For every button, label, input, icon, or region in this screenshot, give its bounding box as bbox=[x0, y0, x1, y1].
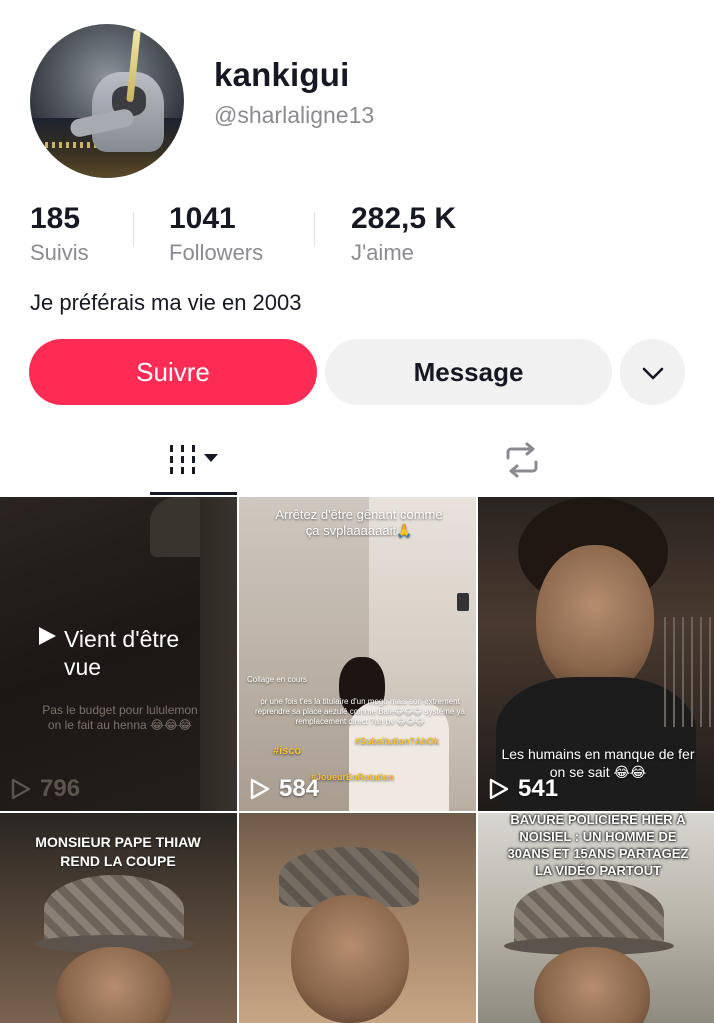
view-count-value: 541 bbox=[518, 775, 559, 802]
thumbnail-face bbox=[56, 947, 172, 1023]
tab-reposts[interactable] bbox=[478, 430, 565, 494]
profile-handle: @sharlaligne13 bbox=[214, 102, 375, 128]
video-thumbnail[interactable]: Les humains en manque de fer on se sait … bbox=[478, 497, 714, 811]
repost-icon bbox=[502, 442, 542, 483]
view-count-value: 584 bbox=[279, 775, 320, 802]
play-icon bbox=[11, 778, 31, 800]
thumbnail-face bbox=[534, 947, 650, 1023]
video-thumbnail[interactable]: MONSIEUR PAPE THIAW REND LA COUPE bbox=[0, 813, 237, 1023]
play-icon bbox=[39, 627, 56, 645]
video-thumbnail[interactable]: Vient d'être vue Pas le budget pour lulu… bbox=[0, 497, 237, 811]
thumbnail-socket bbox=[457, 593, 469, 611]
stat-likes-value: 282,5 K bbox=[351, 202, 457, 235]
stat-followers-value: 1041 bbox=[169, 202, 236, 235]
view-count: 796 bbox=[10, 775, 80, 803]
grid-icon bbox=[166, 443, 222, 482]
tab-videos[interactable] bbox=[150, 430, 237, 494]
video-thumbnail[interactable]: Arrêtez d'être gênant comme ça svplaaaaa… bbox=[239, 497, 476, 811]
thumbnail-face bbox=[536, 545, 654, 695]
stat-followers-label: Followers bbox=[169, 240, 264, 265]
stat-following[interactable]: 185 Suivis bbox=[30, 202, 89, 266]
video-overlay-text: Collage en cours bbox=[247, 675, 308, 684]
more-options-button[interactable] bbox=[620, 339, 685, 405]
hashtag: #JoueurEnRotation bbox=[311, 772, 395, 782]
view-count: 584 bbox=[249, 775, 319, 803]
video-overlay-text: pr une fois t'es la titulaire d'un mogo … bbox=[255, 697, 465, 726]
video-thumbnail[interactable]: BAVURE POLICIERE HIER À NOISIEL : UN HOM… bbox=[478, 813, 714, 1023]
follow-button[interactable]: Suivre bbox=[29, 339, 317, 405]
active-tab-indicator bbox=[150, 492, 237, 495]
view-count: 541 bbox=[488, 775, 558, 803]
watched-label: Vient d'être vue bbox=[36, 625, 214, 681]
view-count-value: 796 bbox=[40, 775, 81, 802]
thumbnail-fence bbox=[664, 617, 714, 727]
thumbnail-face bbox=[291, 895, 409, 1023]
chevron-down-icon bbox=[642, 357, 664, 388]
profile-bio: Je préférais ma vie en 2003 bbox=[30, 290, 302, 315]
hashtag: #isco bbox=[273, 745, 302, 757]
stat-following-label: Suivis bbox=[30, 240, 89, 265]
video-caption: Arrêtez d'être gênant comme ça svplaaaaa… bbox=[275, 507, 443, 538]
watched-text: Vient d'être vue bbox=[64, 626, 180, 680]
profile-avatar[interactable] bbox=[30, 24, 184, 178]
video-thumbnail[interactable] bbox=[239, 813, 476, 1023]
stat-divider bbox=[133, 212, 134, 246]
hashtag: #Subsitution?AhOk bbox=[355, 736, 439, 746]
stat-followers[interactable]: 1041 Followers bbox=[169, 202, 263, 266]
play-icon bbox=[250, 778, 270, 800]
video-grid: Vient d'être vue Pas le budget pour lulu… bbox=[0, 497, 714, 1023]
stat-likes[interactable]: 282,5 K J'aime bbox=[351, 202, 456, 266]
profile-name: kankigui bbox=[214, 56, 350, 93]
video-caption: Pas le budget pour lululemon on le fait … bbox=[42, 703, 198, 732]
stat-divider bbox=[314, 212, 315, 246]
stat-following-value: 185 bbox=[30, 202, 81, 235]
video-caption: BAVURE POLICIERE HIER À NOISIEL : UN HOM… bbox=[507, 813, 689, 878]
stat-likes-label: J'aime bbox=[351, 240, 414, 265]
video-caption: MONSIEUR PAPE THIAW REND LA COUPE bbox=[35, 834, 201, 869]
avatar-city-lights bbox=[38, 142, 98, 148]
message-button[interactable]: Message bbox=[325, 339, 612, 405]
play-icon bbox=[489, 778, 509, 800]
